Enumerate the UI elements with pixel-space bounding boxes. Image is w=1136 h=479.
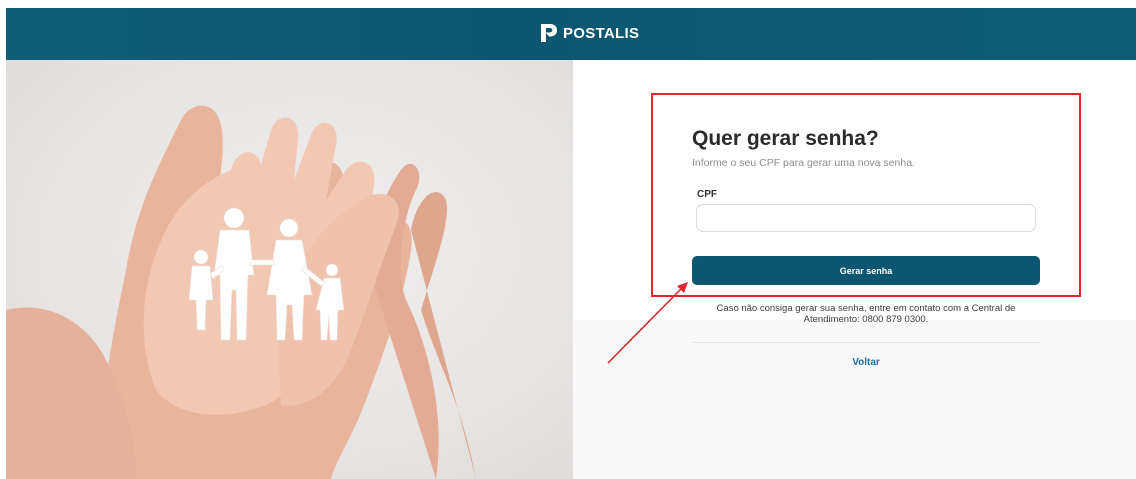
help-text-line-1: Caso não consiga gerar sua senha, entre … — [716, 303, 1016, 314]
form-title: Quer gerar senha? — [692, 127, 879, 150]
divider — [692, 342, 1040, 343]
help-text: Caso não consiga gerar sua senha, entre … — [690, 303, 1042, 325]
login-page: POSTALIS Quer gerar senha? Informe o seu… — [0, 0, 1136, 479]
brand-logo[interactable]: POSTALIS — [539, 21, 639, 45]
hands-family-icon — [6, 105, 476, 479]
generate-password-button[interactable]: Gerar senha — [692, 256, 1040, 285]
cpf-input[interactable] — [696, 204, 1036, 232]
back-link[interactable]: Voltar — [692, 357, 1040, 368]
postalis-logo-icon — [541, 24, 557, 42]
header-bar: POSTALIS — [6, 8, 1136, 60]
brand-name: POSTALIS — [563, 24, 640, 42]
form-subtitle: Informe o seu CPF para gerar uma nova se… — [692, 157, 915, 169]
annotation-arrow-icon — [607, 282, 688, 364]
hero-image — [6, 60, 573, 479]
cpf-label: CPF — [697, 189, 717, 200]
help-text-line-2: Atendimento: 0800 879 0300. — [803, 314, 929, 325]
